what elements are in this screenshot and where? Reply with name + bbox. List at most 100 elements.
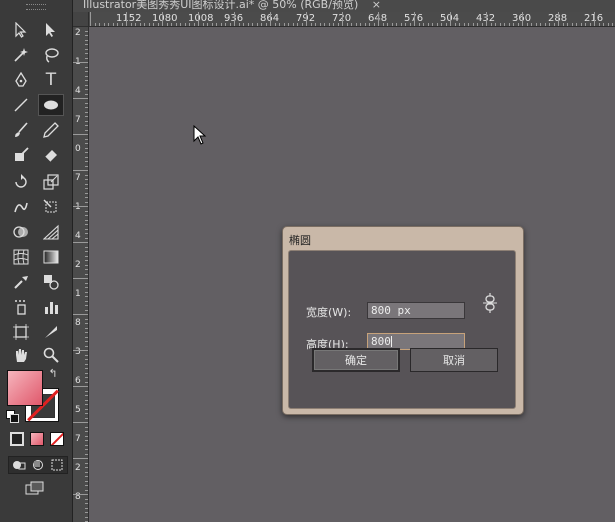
ruler-tick (229, 23, 231, 26)
ruler-left-label: 8 (75, 318, 81, 328)
gradient-mode-button[interactable] (30, 432, 44, 446)
pencil-tool-icon[interactable] (39, 120, 63, 140)
panel-grip[interactable] (26, 4, 46, 10)
horizontal-ruler[interactable]: 1152108010089368647927206485765044323602… (88, 12, 615, 27)
gradient-tool-icon[interactable] (39, 247, 63, 267)
ruler-tick (85, 359, 88, 360)
artboard-tool-icon[interactable] (9, 322, 33, 342)
draw-behind-icon[interactable] (29, 455, 47, 475)
ruler-tick (85, 246, 88, 248)
ruler-left-label: 4 (75, 86, 81, 96)
ruler-tick (85, 480, 88, 482)
lasso-tool-icon[interactable] (39, 45, 63, 65)
fill-swatch[interactable] (7, 370, 43, 406)
symbol-sprayer-tool-icon[interactable] (9, 297, 33, 317)
ruler-top-label: 1080 (152, 13, 178, 24)
ruler-tick (85, 287, 88, 288)
pen-tool-icon[interactable] (9, 70, 33, 90)
ruler-tick (85, 201, 88, 203)
paintbrush-tool-icon[interactable] (9, 120, 33, 140)
ruler-tick (85, 435, 88, 437)
ok-button[interactable]: 确定 (312, 348, 400, 372)
ruler-tick (85, 260, 88, 261)
ruler-tick (247, 23, 249, 26)
none-mode-button[interactable] (50, 432, 64, 446)
ruler-tick (85, 255, 88, 257)
ellipse-dialog: 椭圆 宽度(W): 800 px 高度(H): 800 确定 取消 (282, 226, 524, 415)
ruler-tick (207, 23, 208, 26)
ruler-tick (94, 23, 96, 26)
color-mode-button[interactable] (10, 432, 24, 446)
warp-tool-icon[interactable] (9, 197, 33, 217)
selection-tool-icon[interactable] (9, 20, 33, 40)
ruler-tick (85, 476, 88, 477)
line-segment-tool-icon[interactable] (9, 95, 33, 115)
constrain-proportions-link-icon[interactable] (482, 292, 498, 318)
ruler-top-label: 1008 (188, 13, 214, 24)
ruler-tick (180, 23, 181, 26)
width-input[interactable]: 800 px (367, 302, 465, 319)
ruler-tick (567, 23, 568, 26)
ruler-tick (85, 89, 88, 90)
ruler-tick (463, 23, 465, 26)
ruler-tick (73, 206, 88, 207)
ruler-left-label: 4 (75, 231, 81, 241)
ruler-tick (531, 23, 532, 26)
draw-normal-icon[interactable] (10, 455, 28, 475)
eyedropper-tool-icon[interactable] (9, 272, 33, 292)
ruler-tick (85, 467, 88, 468)
ruler-tick (85, 219, 88, 221)
mesh-tool-icon[interactable] (9, 247, 33, 267)
text-caret (390, 336, 392, 347)
ruler-tick (166, 23, 168, 26)
tools-panel: T ↰ (0, 0, 73, 522)
magic-wand-tool-icon[interactable] (9, 45, 33, 65)
ruler-tick (490, 23, 492, 26)
free-transform-tool-icon[interactable] (39, 197, 63, 217)
draw-inside-icon[interactable] (48, 455, 66, 475)
perspective-grid-tool-icon[interactable] (39, 222, 63, 242)
ruler-tick (85, 152, 88, 153)
ruler-tick (85, 368, 88, 369)
cancel-button[interactable]: 取消 (410, 348, 498, 372)
ruler-tick (171, 23, 172, 26)
document-tab[interactable]: Illustrator美图秀秀UI图标设计.ai* @ 50% (RGB/预览)… (73, 0, 615, 12)
shape-builder-tool-icon[interactable] (9, 222, 33, 242)
default-colors-icon[interactable] (6, 410, 19, 423)
eraser-tool-icon[interactable] (39, 145, 63, 165)
ruler-origin[interactable] (73, 12, 89, 27)
ellipse-tool-icon[interactable] (38, 94, 64, 116)
ruler-tick (310, 23, 312, 26)
ruler-tick (198, 12, 199, 26)
ruler-tick (85, 381, 88, 383)
blob-brush-tool-icon[interactable] (9, 145, 33, 165)
ruler-tick (85, 291, 88, 293)
slice-tool-icon[interactable] (39, 322, 63, 342)
hand-tool-icon[interactable] (9, 345, 33, 365)
ruler-tick (85, 417, 88, 419)
ruler-tick (85, 251, 88, 252)
swap-fill-stroke-icon[interactable]: ↰ (46, 366, 60, 380)
column-graph-tool-icon[interactable] (39, 297, 63, 317)
ruler-tick (607, 23, 609, 26)
blend-tool-icon[interactable] (39, 272, 63, 292)
ruler-tick (261, 23, 262, 26)
scale-tool-icon[interactable] (39, 172, 63, 192)
mouse-cursor-icon (193, 124, 207, 149)
ruler-tick (85, 53, 88, 54)
type-tool-icon[interactable]: T (39, 70, 63, 90)
ruler-tick (274, 23, 276, 26)
screen-mode-icon[interactable] (22, 478, 48, 498)
zoom-tool-icon[interactable] (39, 345, 63, 365)
vertical-ruler[interactable]: 21470714218365728 (73, 12, 89, 522)
ruler-left-label: 6 (75, 376, 81, 386)
ruler-tick (85, 161, 88, 162)
ruler-tick (85, 147, 88, 149)
ruler-tick (481, 23, 483, 26)
rotate-tool-icon[interactable] (9, 172, 33, 192)
direct-selection-tool-icon[interactable] (39, 20, 63, 40)
document-tab-close-icon[interactable]: × (362, 0, 381, 11)
ruler-tick (73, 62, 88, 63)
ruler-tick (351, 23, 352, 26)
ruler-tick (85, 264, 88, 266)
